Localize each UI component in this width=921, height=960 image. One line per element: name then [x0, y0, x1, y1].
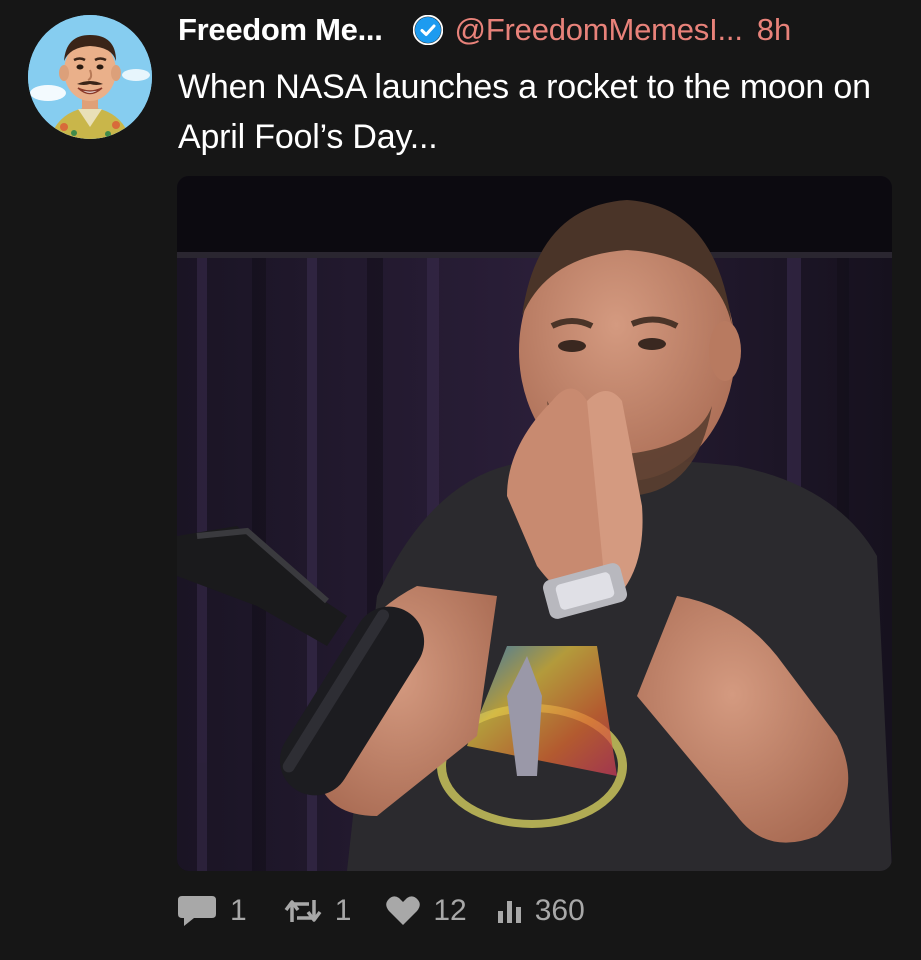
- retweet-arrows-icon: [283, 894, 323, 928]
- tweet-header: Freedom Me... @FreedomMemesI... 8h: [178, 8, 791, 52]
- tweet-timestamp[interactable]: 8h: [757, 12, 791, 48]
- reply-count: 1: [230, 894, 247, 927]
- retweet-button[interactable]: 1: [283, 894, 352, 928]
- tweet-card[interactable]: Freedom Me... @FreedomMemesI... 8h When …: [0, 0, 921, 960]
- like-count: 12: [433, 894, 467, 927]
- speech-bubble-icon: [176, 892, 218, 930]
- avatar[interactable]: [28, 15, 152, 139]
- retweet-count: 1: [334, 894, 352, 927]
- tweet-media-photo[interactable]: [177, 176, 892, 871]
- avatar-cartoon-man-image: [28, 15, 152, 139]
- display-name[interactable]: Freedom Me...: [178, 12, 383, 48]
- meme-photo-image: [177, 176, 892, 871]
- tweet-actions: 1 1 12 360: [176, 888, 585, 934]
- like-button[interactable]: 12: [385, 894, 467, 928]
- verified-badge-icon: [412, 14, 443, 46]
- heart-icon: [385, 895, 421, 927]
- bar-chart-icon: [497, 897, 523, 925]
- view-count: 360: [534, 894, 585, 927]
- tweet-text: When NASA launches a rocket to the moon …: [178, 68, 871, 156]
- views-button[interactable]: 360: [497, 894, 585, 928]
- user-handle[interactable]: @FreedomMemesI...: [455, 12, 743, 48]
- reply-button[interactable]: 1: [176, 892, 247, 930]
